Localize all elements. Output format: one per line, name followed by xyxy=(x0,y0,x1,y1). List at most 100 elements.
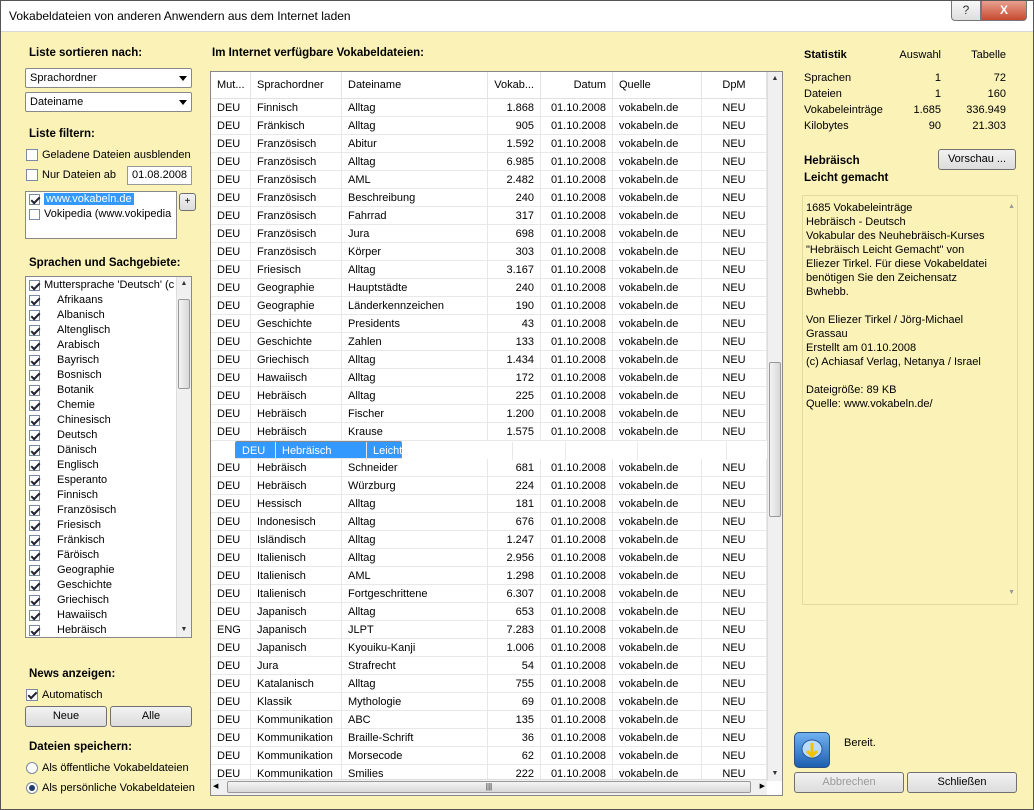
checkbox-icon[interactable] xyxy=(29,399,40,411)
source-list[interactable]: www.vokabeln.de Vokipedia (www.vokipedia xyxy=(25,191,177,239)
cancel-button[interactable]: Abbrechen xyxy=(794,772,904,793)
table-row[interactable]: DEU Italienisch AML 1.298 01.10.2008 vokabeln… xyxy=(211,567,767,585)
column-header[interactable]: DpM xyxy=(702,72,767,99)
source-item[interactable]: Vokipedia (www.vokipedia xyxy=(26,207,176,222)
subject-item[interactable]: Hebräisch xyxy=(26,623,191,637)
table-row[interactable]: DEU Klassik Mythologie 69 01.10.2008 vokabeln… xyxy=(211,693,767,711)
table-row[interactable]: DEU Hebräisch Würzburg 224 01.10.2008 vokabel… xyxy=(211,477,767,495)
table-row[interactable]: DEU Hebräisch Krause 1.575 01.10.2008 vokabel… xyxy=(211,423,767,441)
scroll-thumb[interactable] xyxy=(769,362,781,517)
subject-item[interactable]: Bayrisch xyxy=(26,353,191,368)
hide-loaded-checkbox[interactable]: Geladene Dateien ausblenden xyxy=(26,149,191,162)
table-row[interactable]: DEU Kommunikation Morsecode 62 01.10.2008 vok… xyxy=(211,747,767,765)
table-row[interactable]: DEU Jura Strafrecht 54 01.10.2008 vokabeln.de… xyxy=(211,657,767,675)
table-row[interactable]: DEU Kommunikation Braille-Schrift 36 01.10.2… xyxy=(211,729,767,747)
help-button[interactable]: ? xyxy=(951,1,981,21)
subject-item[interactable]: Hawaiisch xyxy=(26,608,191,623)
subject-item[interactable]: Arabisch xyxy=(26,338,191,353)
subject-item[interactable]: Französisch xyxy=(26,503,191,518)
subject-item[interactable]: Altenglisch xyxy=(26,323,191,338)
checkbox-icon[interactable] xyxy=(29,549,40,561)
table-row[interactable]: DEU Französisch AML 2.482 01.10.2008 vokabeln… xyxy=(211,171,767,189)
checkbox-icon[interactable] xyxy=(29,609,40,621)
subject-item[interactable]: Dänisch xyxy=(26,443,191,458)
checkbox-icon[interactable] xyxy=(29,474,40,486)
checkbox-icon[interactable] xyxy=(29,564,40,576)
column-header[interactable]: Sprachordner xyxy=(251,72,342,99)
subject-item[interactable]: Esperanto xyxy=(26,473,191,488)
table-row[interactable]: ENG Japanisch JLPT 7.283 01.10.2008 vokabeln.… xyxy=(211,621,767,639)
save-public-radio[interactable]: Als öffentliche Vokabeldateien xyxy=(26,762,189,775)
checkbox-icon[interactable] xyxy=(29,324,40,336)
checkbox-icon[interactable] xyxy=(29,309,40,321)
sort-primary-select[interactable]: Sprachordner xyxy=(25,68,192,88)
subject-item[interactable]: Muttersprache 'Deutsch' (c xyxy=(26,278,191,293)
table-row[interactable]: DEU Kommunikation ABC 135 01.10.2008 vokabeln… xyxy=(211,711,767,729)
table-row[interactable]: DEU Geschichte Presidents 43 01.10.2008 vokab… xyxy=(211,315,767,333)
table-row[interactable]: DEU Hebräisch Fischer 1.200 01.10.2008 vokabe… xyxy=(211,405,767,423)
checkbox-icon[interactable] xyxy=(29,594,40,606)
close-button[interactable]: Schließen xyxy=(907,772,1017,793)
table-row[interactable]: DEU Französisch Alltag 6.985 01.10.2008 vokab… xyxy=(211,153,767,171)
table-row[interactable]: DEU Finnisch Alltag 1.868 01.10.2008 vokabeln… xyxy=(211,99,767,117)
table-row[interactable]: DEU Französisch Jura 698 01.10.2008 vokabeln.… xyxy=(211,225,767,243)
subject-item[interactable]: Geschichte xyxy=(26,578,191,593)
subject-item[interactable]: Afrikaans xyxy=(26,293,191,308)
subject-item[interactable]: Chemie xyxy=(26,398,191,413)
subject-item[interactable]: Botanik xyxy=(26,383,191,398)
column-header[interactable]: Vokab... xyxy=(488,72,541,99)
checkbox-icon[interactable] xyxy=(29,534,40,546)
checkbox-icon[interactable] xyxy=(29,414,40,426)
scroll-up-icon[interactable]: ▲ xyxy=(1008,200,1015,214)
checkbox-icon[interactable] xyxy=(29,369,40,381)
subjects-list[interactable]: Muttersprache 'Deutsch' (c Afrikaans Alban… xyxy=(25,276,192,638)
checkbox-icon[interactable] xyxy=(29,489,40,501)
new-news-button[interactable]: Neue xyxy=(25,706,107,727)
subject-item[interactable]: Albanisch xyxy=(26,308,191,323)
scroll-down-icon[interactable]: ▼ xyxy=(1008,586,1015,600)
auto-news-checkbox[interactable]: Automatisch xyxy=(26,689,103,702)
checkbox-icon[interactable] xyxy=(29,519,40,531)
subject-item[interactable]: Englisch xyxy=(26,458,191,473)
table-row[interactable]: DEU Italienisch Alltag 2.956 01.10.2008 vokab… xyxy=(211,549,767,567)
scroll-down-icon[interactable]: ▼ xyxy=(177,623,191,637)
table-row[interactable]: DEU Hawaiisch Alltag 172 01.10.2008 vokabeln.… xyxy=(211,369,767,387)
checkbox-icon[interactable] xyxy=(29,339,40,351)
sort-secondary-select[interactable]: Dateiname xyxy=(25,92,192,112)
scroll-down-icon[interactable]: ▼ xyxy=(768,767,782,781)
table-row[interactable]: DEU Japanisch Alltag 653 01.10.2008 vokabeln.… xyxy=(211,603,767,621)
checkbox-icon[interactable] xyxy=(29,579,40,591)
save-personal-radio[interactable]: Als persönliche Vokabeldateien xyxy=(26,782,195,795)
subject-item[interactable]: Friesisch xyxy=(26,518,191,533)
subject-item[interactable]: Färöisch xyxy=(26,548,191,563)
table-row[interactable]: DEU Isländisch Alltag 1.247 01.10.2008 vokabe… xyxy=(211,531,767,549)
checkbox-icon[interactable] xyxy=(29,429,40,441)
only-since-checkbox[interactable]: Nur Dateien ab xyxy=(26,169,116,182)
subject-item[interactable]: Finnisch xyxy=(26,488,191,503)
checkbox-icon[interactable] xyxy=(29,624,40,636)
table-row[interactable]: DEU Griechisch Alltag 1.434 01.10.2008 vokabe… xyxy=(211,351,767,369)
checkbox-icon[interactable] xyxy=(29,384,40,396)
table-horizontal-scrollbar[interactable]: ◀ ||| ▶ xyxy=(211,779,767,795)
checkbox-icon[interactable] xyxy=(29,294,40,306)
scroll-up-icon[interactable]: ▲ xyxy=(768,72,782,86)
table-row[interactable]: DEU Katalanisch Alltag 755 01.10.2008 vokabel… xyxy=(211,675,767,693)
all-news-button[interactable]: Alle xyxy=(110,706,192,727)
checkbox-icon[interactable] xyxy=(29,444,40,456)
subject-item[interactable]: Geographie xyxy=(26,563,191,578)
scroll-left-icon[interactable]: ◀ xyxy=(213,782,218,790)
table-row[interactable]: DEU Französisch Abitur 1.592 01.10.2008 vokab… xyxy=(211,135,767,153)
column-header[interactable]: Dateiname xyxy=(342,72,488,99)
subject-item[interactable]: Chinesisch xyxy=(26,413,191,428)
subjects-scrollbar[interactable]: ▲ ▼ xyxy=(176,277,191,637)
table-row[interactable]: DEU Japanisch Kyouiku-Kanji 1.006 01.10.2008… xyxy=(211,639,767,657)
table-row[interactable]: DEU Geschichte Zahlen 133 01.10.2008 vokabeln… xyxy=(211,333,767,351)
table-row[interactable]: DEU Hebräisch Schneider 681 01.10.2008 vokabe… xyxy=(211,459,767,477)
column-header[interactable]: Mut... xyxy=(211,72,251,99)
checkbox-icon[interactable] xyxy=(29,459,40,471)
table-vertical-scrollbar[interactable]: ▲ ▼ xyxy=(767,72,782,781)
column-header[interactable]: Quelle xyxy=(613,72,702,99)
preview-button[interactable]: Vorschau ... xyxy=(938,149,1016,170)
table-row[interactable]: DEU Geographie Hauptstädte 240 01.10.2008 vok… xyxy=(211,279,767,297)
table-row[interactable]: DEU Hebräisch Leicht gemacht 1.685 01.10.200… xyxy=(235,441,771,460)
